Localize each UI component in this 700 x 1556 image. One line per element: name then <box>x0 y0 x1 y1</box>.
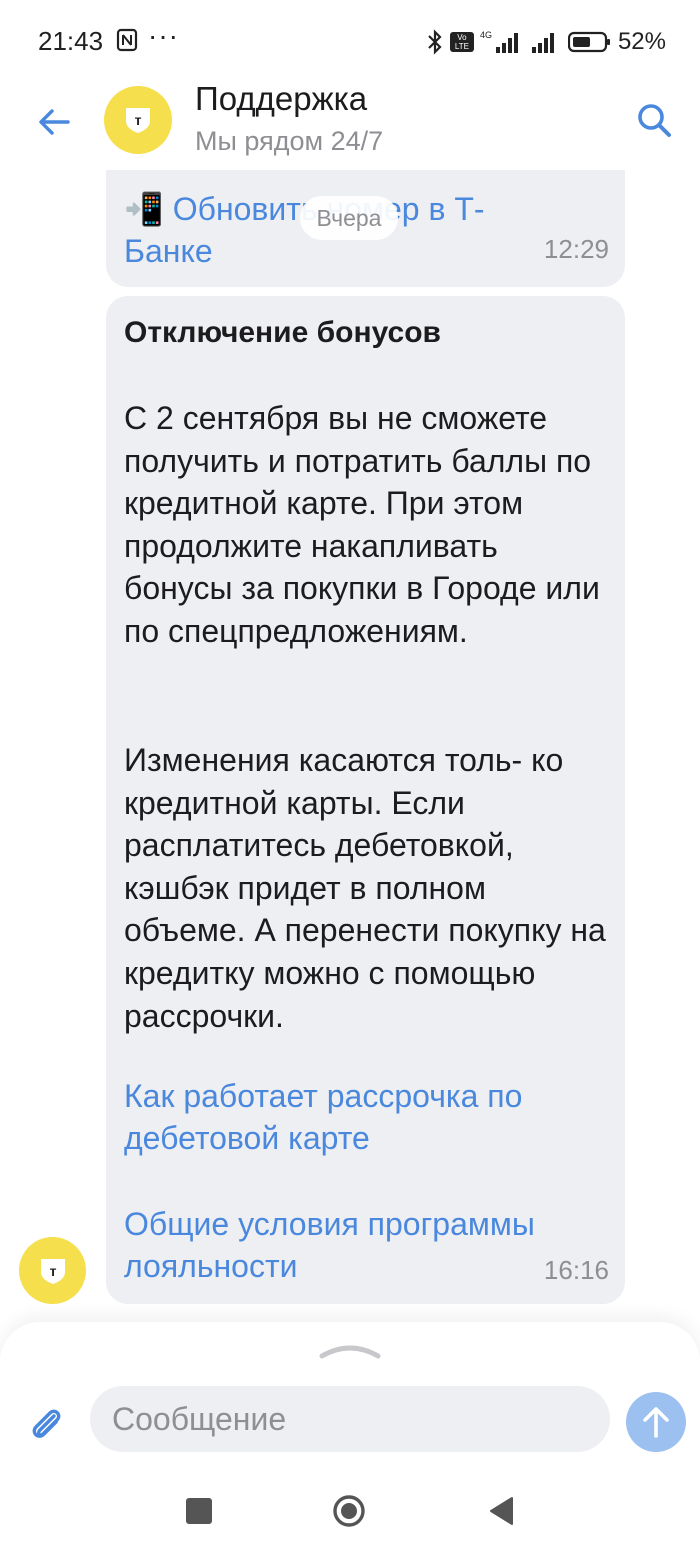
system-navbar <box>0 1470 700 1556</box>
battery-percent: 52% <box>617 28 666 55</box>
status-time: 21:43 <box>38 26 104 56</box>
loyalty-terms-link[interactable]: Общие условия программы лояльности <box>124 1203 544 1287</box>
message-input[interactable] <box>90 1386 610 1452</box>
svg-text:т: т <box>135 112 142 128</box>
message-bubble: Отключение бонусов С 2 сентября вы не см… <box>106 296 625 1304</box>
back-arrow-icon[interactable] <box>34 102 74 142</box>
sender-avatar: т <box>19 1237 86 1304</box>
signal-4g-icon: 4G <box>480 30 518 53</box>
arrow-up-icon <box>643 1407 669 1438</box>
recent-apps-button[interactable] <box>186 1498 212 1524</box>
nfc-icon <box>116 28 138 52</box>
battery-icon <box>567 31 610 53</box>
date-separator: Вчера <box>300 196 398 240</box>
message-time: 16:16 <box>543 1255 609 1285</box>
volte-icon: Vo LTE <box>449 32 474 52</box>
search-icon[interactable] <box>634 100 674 140</box>
chat-title: Поддержка <box>195 80 368 117</box>
message-time: 12:29 <box>543 234 609 264</box>
support-avatar[interactable]: т <box>104 86 172 154</box>
phone-arrow-icon: 📲 <box>124 191 164 227</box>
system-back-button[interactable] <box>488 1496 514 1526</box>
status-icons: Vo LTE 4G 52% <box>426 26 666 58</box>
svg-text:4G: 4G <box>480 30 492 40</box>
expand-chevron-icon[interactable] <box>318 1342 382 1360</box>
paperclip-icon[interactable] <box>26 1404 66 1444</box>
shield-logo-icon: т <box>126 108 150 133</box>
message-paragraph: С 2 сентября вы не сможете получить и по… <box>124 400 600 649</box>
status-bar: 21:43 ··· Vo LTE 4G 52% <box>0 0 700 80</box>
shield-logo-icon: т <box>40 1258 65 1284</box>
chat-subtitle: Мы рядом 24/7 <box>195 126 384 156</box>
send-button[interactable] <box>626 1392 686 1452</box>
bluetooth-icon <box>428 29 442 55</box>
installment-info-link[interactable]: Как работает рассрочка по дебетовой карт… <box>124 1075 614 1159</box>
svg-text:т: т <box>49 1263 56 1279</box>
home-button[interactable] <box>332 1494 366 1528</box>
message-title: Отключение бонусов <box>124 316 441 349</box>
chat-header: т Поддержка Мы рядом 24/7 <box>0 80 700 176</box>
message-paragraph: Изменения касаются толь- ко кредитной ка… <box>124 742 606 1034</box>
signal-icon <box>531 33 554 53</box>
more-notifications-icon: ··· <box>148 20 179 51</box>
